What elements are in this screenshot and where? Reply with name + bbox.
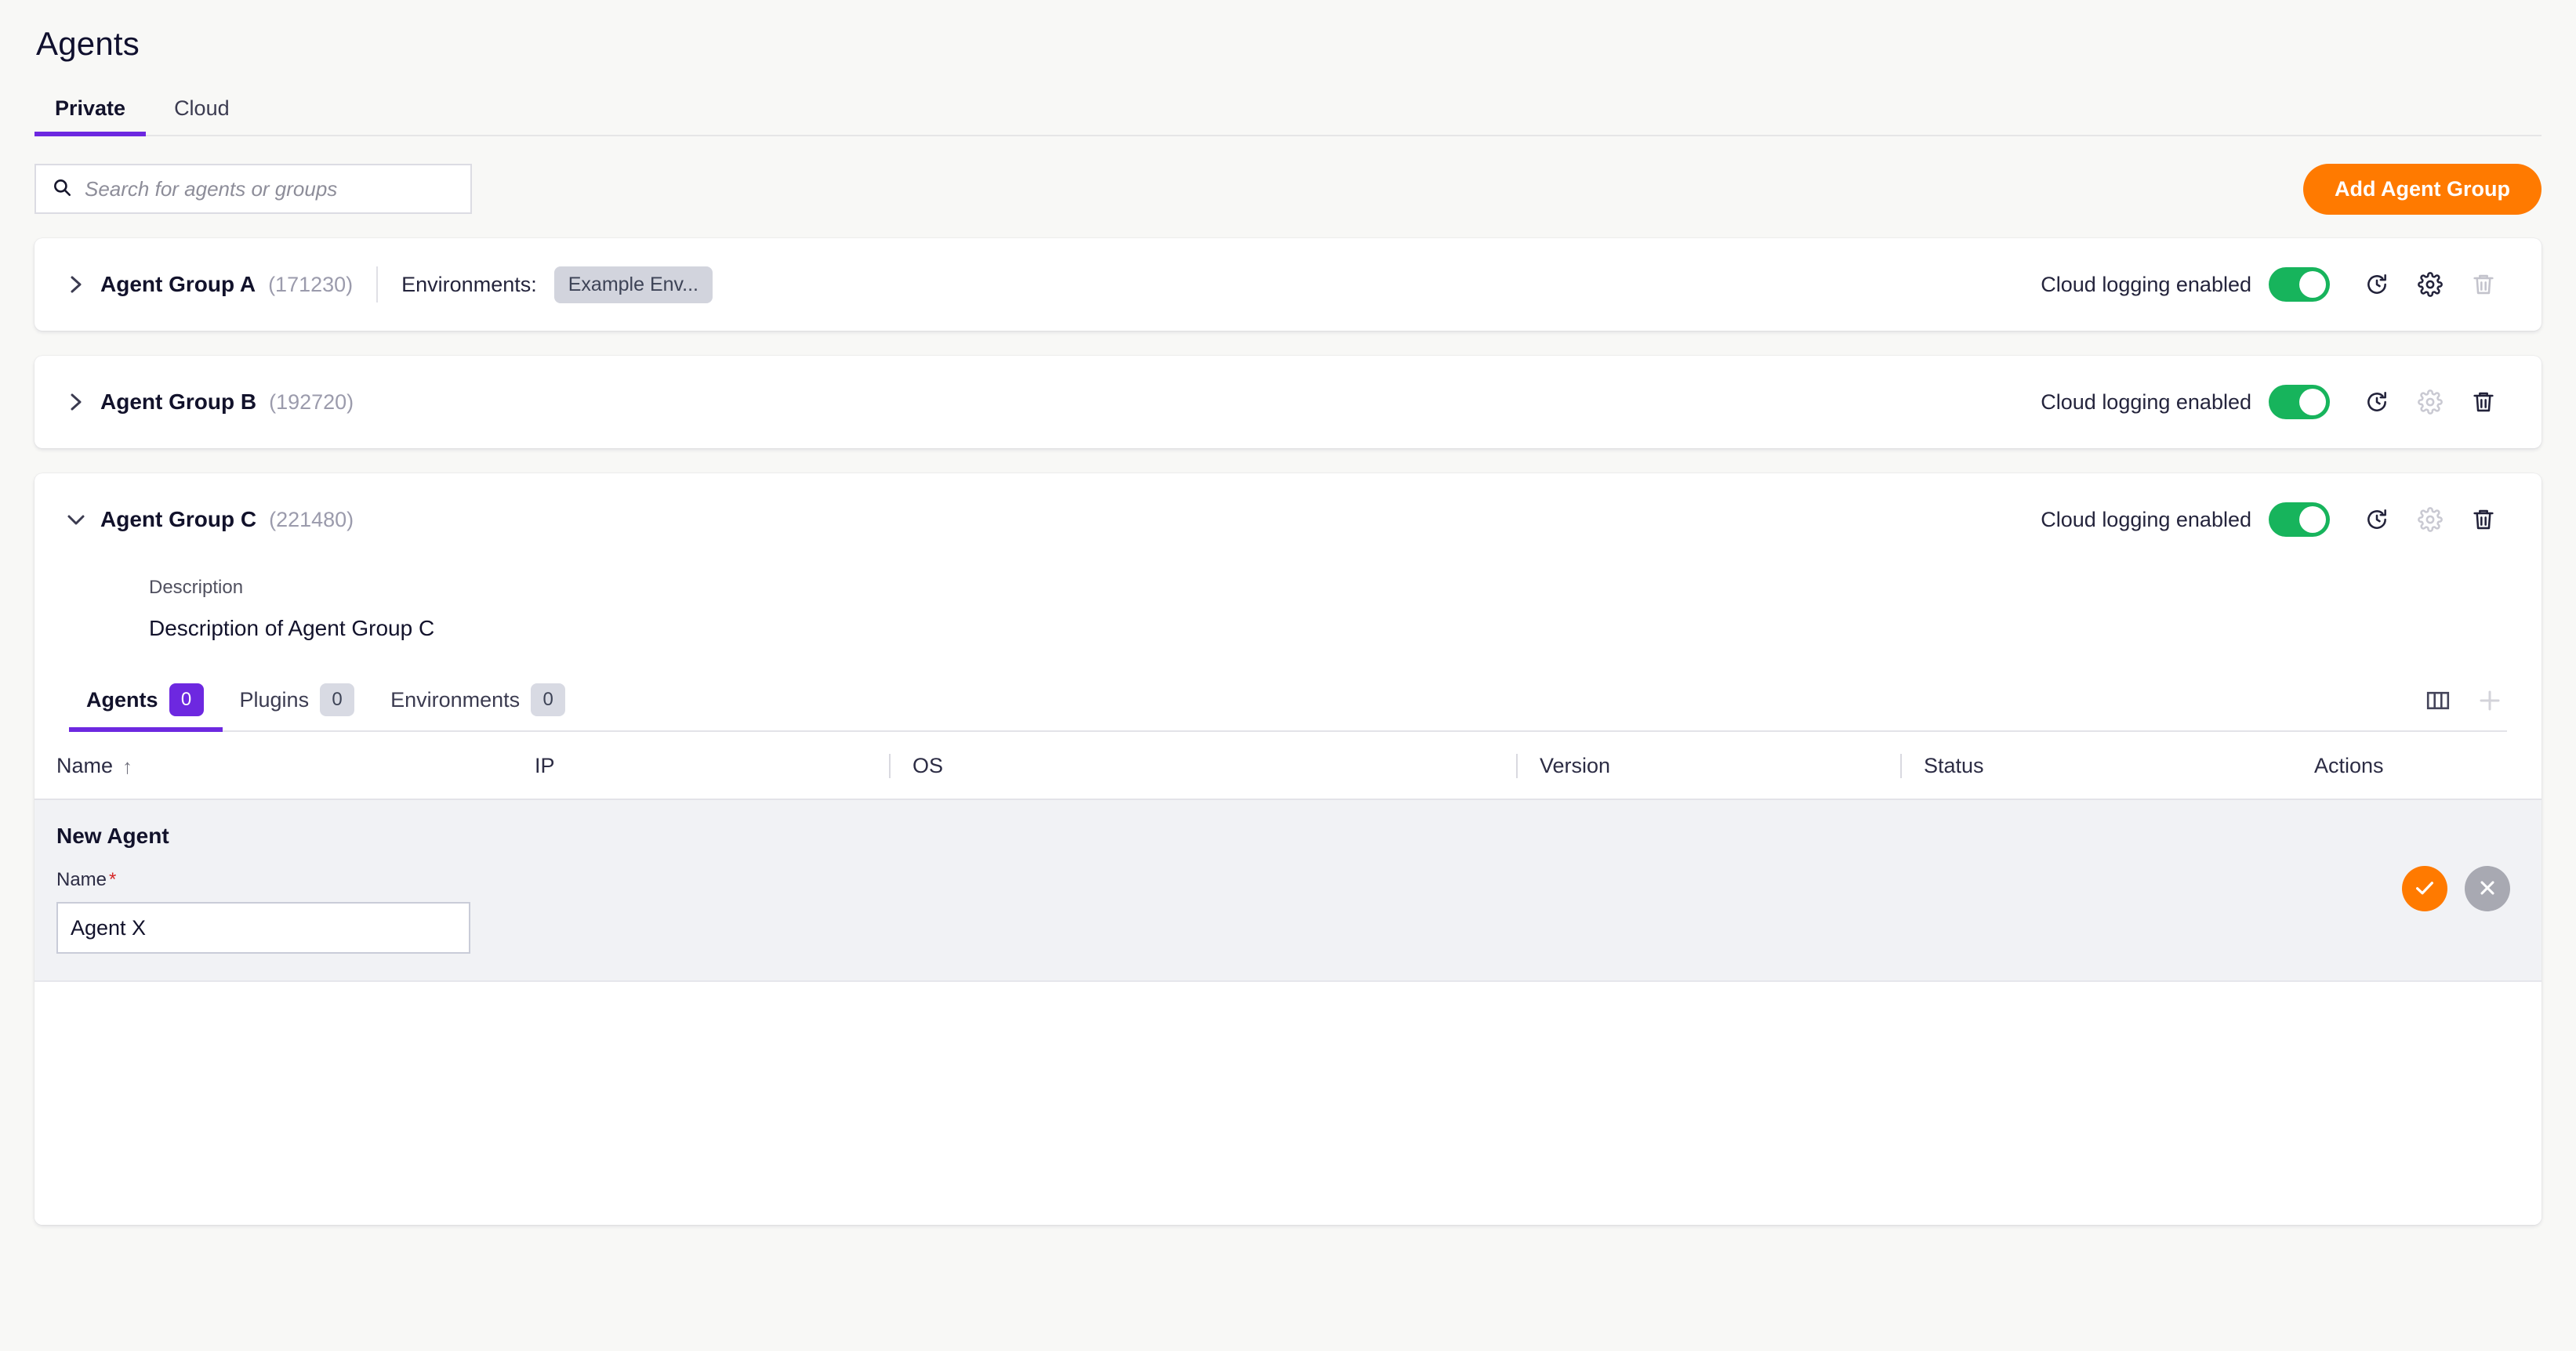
page-title: Agents (36, 25, 140, 62)
cloud-logging-toggle[interactable] (2269, 502, 2330, 537)
check-icon (2413, 876, 2436, 902)
search-box[interactable] (34, 164, 472, 214)
cloud-logging-toggle[interactable] (2269, 267, 2330, 302)
table-toolbar (2421, 683, 2507, 730)
agent-group-details: Description Description of Agent Group C… (34, 566, 2542, 1225)
tab-agents[interactable]: Agents 0 (69, 683, 223, 732)
cloud-logging-label: Cloud logging enabled (2041, 507, 2251, 531)
cancel-button[interactable] (2465, 866, 2510, 911)
environment-chip[interactable]: Example Env... (553, 266, 713, 303)
agent-group-name: Agent Group C (100, 507, 257, 531)
cloud-logging-label: Cloud logging enabled (2041, 389, 2251, 414)
new-agent-actions (2402, 866, 2510, 911)
agent-group-card: Agent Group C (221480) Cloud logging ena… (34, 473, 2542, 1225)
agent-group-header[interactable]: Agent Group B (192720) Cloud logging ena… (34, 356, 2542, 448)
description-value: Description of Agent Group C (149, 616, 435, 640)
agent-group-controls: Cloud logging enabled (2041, 493, 2510, 546)
plus-icon (2473, 683, 2507, 718)
name-field-label: Name * (56, 869, 117, 890)
column-actions-label: Actions (2314, 754, 2384, 777)
divider (376, 266, 379, 302)
tab-plugins-count: 0 (320, 683, 355, 716)
agent-group-card: Agent Group A (171230) Environments: Exa… (34, 238, 2542, 331)
column-actions: Actions (2292, 732, 2542, 800)
column-status[interactable]: Status (1900, 732, 2292, 800)
agent-group-header[interactable]: Agent Group C (221480) Cloud logging ena… (34, 473, 2542, 566)
column-ip[interactable]: IP (513, 732, 889, 800)
gear-icon (2404, 493, 2457, 546)
column-status-label: Status (1924, 754, 1984, 777)
column-version[interactable]: Version (1516, 732, 1900, 800)
agents-table-body: New Agent Name * (34, 799, 2542, 982)
new-agent-title: New Agent (56, 824, 169, 848)
search-input[interactable] (83, 176, 459, 202)
confirm-button[interactable] (2402, 866, 2447, 911)
tab-plugins[interactable]: Plugins 0 (223, 683, 374, 730)
agents-table-empty-area (34, 982, 2542, 1225)
columns-icon[interactable] (2421, 683, 2455, 718)
agent-group-name: Agent Group A (100, 272, 256, 296)
cloud-logging-label: Cloud logging enabled (2041, 272, 2251, 296)
column-os-label: OS (912, 754, 944, 777)
required-marker: * (109, 869, 117, 890)
agents-table: Name ↑ IP OS Version Status Actions New … (34, 732, 2542, 982)
gear-icon (2404, 375, 2457, 429)
add-agent-group-button[interactable]: Add Agent Group (2303, 163, 2542, 215)
tab-environments-count: 0 (531, 683, 566, 716)
search-icon (47, 177, 83, 201)
agent-group-controls: Cloud logging enabled (2041, 375, 2510, 429)
column-ip-label: IP (535, 754, 555, 777)
agent-group-id: (221480) (269, 507, 354, 531)
agents-table-header: Name ↑ IP OS Version Status Actions (34, 732, 2542, 800)
agent-group-id: (171230) (268, 272, 354, 296)
delete-icon[interactable] (2457, 493, 2510, 546)
refresh-icon[interactable] (2350, 375, 2404, 429)
chevron-right-icon[interactable] (63, 389, 89, 415)
description-label: Description (149, 577, 244, 598)
column-version-label: Version (1540, 754, 1611, 777)
close-icon (2476, 877, 2498, 901)
cloud-logging-toggle[interactable] (2269, 385, 2330, 419)
delete-icon (2457, 258, 2510, 311)
environments-label: Environments: (401, 272, 537, 296)
top-level-tabs: Private Cloud (34, 88, 2542, 136)
toolbar: Add Agent Group (34, 163, 2542, 215)
agent-group-card: Agent Group B (192720) Cloud logging ena… (34, 356, 2542, 448)
tab-cloud[interactable]: Cloud (154, 90, 250, 135)
chevron-down-icon[interactable] (63, 506, 89, 533)
column-os[interactable]: OS (889, 732, 1516, 800)
agent-group-id: (192720) (269, 389, 354, 414)
sort-ascending-icon: ↑ (122, 754, 133, 778)
agent-group-header[interactable]: Agent Group A (171230) Environments: Exa… (34, 238, 2542, 331)
detail-tabs: Agents 0 Plugins 0 Environments 0 (69, 674, 2507, 732)
agent-name-input[interactable] (56, 902, 470, 954)
chevron-right-icon[interactable] (63, 271, 89, 298)
new-agent-fields: New Agent Name * (56, 824, 2402, 954)
tab-environments[interactable]: Environments 0 (373, 683, 584, 730)
tab-agents-label: Agents (86, 687, 158, 712)
tab-environments-label: Environments (390, 687, 521, 712)
refresh-icon[interactable] (2350, 493, 2404, 546)
agent-group-controls: Cloud logging enabled (2041, 258, 2510, 311)
table-header-row: Name ↑ IP OS Version Status Actions (34, 732, 2542, 800)
tab-plugins-label: Plugins (239, 687, 310, 712)
description-block: Description Description of Agent Group C (34, 566, 2542, 674)
agent-group-list: Agent Group A (171230) Environments: Exa… (34, 238, 2542, 1225)
gear-icon[interactable] (2404, 258, 2457, 311)
tab-private[interactable]: Private (34, 90, 147, 136)
column-name[interactable]: Name ↑ (34, 732, 513, 800)
refresh-icon[interactable] (2350, 258, 2404, 311)
agent-group-name: Agent Group B (100, 389, 257, 414)
column-name-label: Name (56, 754, 114, 777)
agents-page: Agents Private Cloud Add Agent Group Age… (0, 0, 2576, 1351)
new-agent-row: New Agent Name * (34, 799, 2542, 982)
tab-agents-count: 0 (169, 683, 204, 716)
delete-icon[interactable] (2457, 375, 2510, 429)
